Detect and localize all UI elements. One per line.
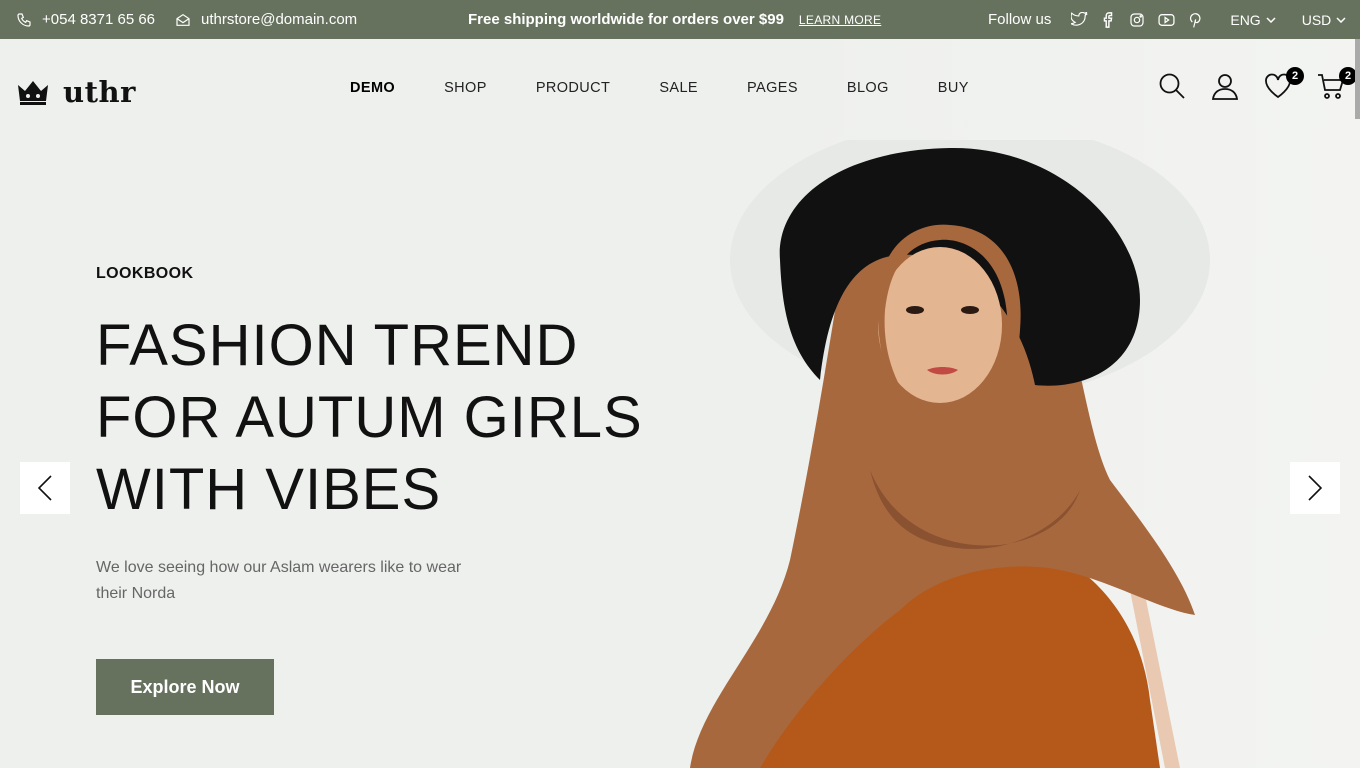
cart-button[interactable]: 2 <box>1317 67 1357 102</box>
youtube-icon[interactable] <box>1157 11 1175 29</box>
site-logo[interactable]: uthr <box>16 75 136 109</box>
hero-headline-line: WITH VIBES <box>96 457 442 522</box>
currency-value: USD <box>1301 11 1332 28</box>
slider-prev-button[interactable] <box>20 462 70 514</box>
main-header: uthr DEMO SHOP PRODUCT SALE PAGES BLOG B… <box>0 39 1360 139</box>
promo-text: Free shipping worldwide for orders over … <box>468 11 784 28</box>
email-contact[interactable]: uthrstore@domain.com <box>175 11 357 28</box>
logo-text: uthr <box>63 75 136 109</box>
user-icon <box>1211 74 1239 100</box>
wishlist-button[interactable]: 2 <box>1264 67 1304 102</box>
language-select[interactable]: ENG <box>1230 11 1276 28</box>
nav-demo[interactable]: DEMO <box>350 80 395 96</box>
hero-model-image <box>690 140 1210 768</box>
hero-headline-line: FOR AUTUM GIRLS <box>96 385 643 450</box>
chevron-down-icon <box>1266 16 1276 23</box>
email-address: uthrstore@domain.com <box>201 11 358 28</box>
phone-icon <box>17 12 31 27</box>
chevron-left-icon <box>38 475 52 501</box>
follow-label: Follow us <box>988 11 1052 28</box>
envelope-icon <box>176 13 190 26</box>
top-bar: +054 8371 65 66 uthrstore@domain.com Fre… <box>0 0 1360 39</box>
language-value: ENG <box>1230 11 1261 28</box>
nav-shop[interactable]: SHOP <box>444 80 487 96</box>
crown-icon <box>18 81 48 105</box>
search-icon <box>1159 73 1185 99</box>
nav-sale[interactable]: SALE <box>659 80 698 96</box>
chevron-right-icon <box>1308 475 1322 501</box>
slider-next-button[interactable] <box>1290 462 1340 514</box>
hero-headline: FASHION TREND FOR AUTUM GIRLS WITH VIBES <box>96 310 696 526</box>
nav-product[interactable]: PRODUCT <box>536 80 611 96</box>
learn-more-link[interactable]: LEARN MORE <box>799 13 881 27</box>
phone-number: +054 8371 65 66 <box>42 11 156 28</box>
chevron-down-icon <box>1336 16 1346 23</box>
page-scrollbar[interactable] <box>1355 39 1360 119</box>
hero-eyebrow: LOOKBOOK <box>96 265 194 282</box>
account-button[interactable] <box>1211 72 1241 102</box>
search-button[interactable] <box>1158 72 1188 102</box>
header-actions: 2 2 <box>1158 67 1360 102</box>
social-links <box>1059 11 1204 29</box>
facebook-icon[interactable] <box>1099 11 1117 29</box>
currency-select[interactable]: USD <box>1302 12 1347 28</box>
wishlist-count-badge: 2 <box>1286 67 1304 85</box>
nav-blog[interactable]: BLOG <box>847 80 889 96</box>
instagram-icon[interactable] <box>1128 11 1146 29</box>
main-nav: DEMO SHOP PRODUCT SALE PAGES BLOG BUY <box>350 80 1018 96</box>
phone-contact[interactable]: +054 8371 65 66 <box>16 11 155 28</box>
pinterest-icon[interactable] <box>1186 11 1204 29</box>
hero-subtitle: We love seeing how our Aslam wearers lik… <box>96 559 462 602</box>
nav-buy[interactable]: BUY <box>938 80 969 96</box>
nav-pages[interactable]: PAGES <box>747 80 798 96</box>
explore-now-button[interactable]: Explore Now <box>96 659 274 715</box>
twitter-icon[interactable] <box>1070 11 1088 29</box>
hero-headline-line: FASHION TREND <box>96 313 579 378</box>
